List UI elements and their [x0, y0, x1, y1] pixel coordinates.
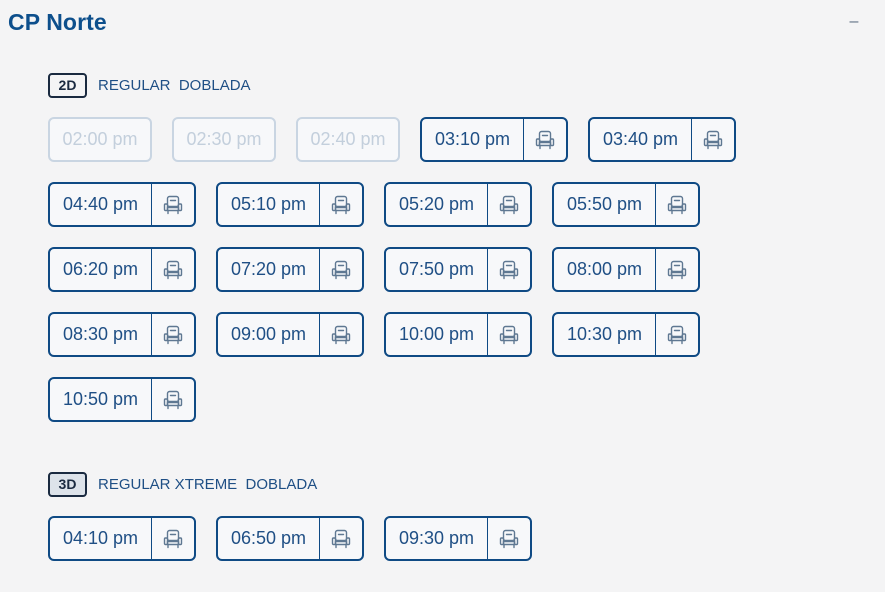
showtime-button[interactable]: 08:00 pm [552, 247, 700, 292]
showtime-button[interactable]: 07:20 pm [216, 247, 364, 292]
seat-icon [320, 249, 362, 290]
showtime-button[interactable]: 04:10 pm [48, 516, 196, 561]
showtime-label: 05:50 pm [554, 184, 656, 225]
showtimes-panel: CP Norte – 2D REGULAR DOBLADA 02:00 pm 02… [0, 0, 885, 592]
showtime-label: 02:30 pm [186, 129, 262, 149]
showtime-label: 08:00 pm [554, 249, 656, 290]
seat-icon [152, 518, 194, 559]
seat-icon [488, 184, 530, 225]
cinema-name: CP Norte [8, 9, 107, 35]
showtime-label: 07:20 pm [218, 249, 320, 290]
showtime-label: 07:50 pm [386, 249, 488, 290]
showtime-label: 06:50 pm [218, 518, 320, 559]
format-label: REGULAR DOBLADA [98, 77, 251, 94]
seat-icon [524, 119, 566, 160]
showtime-button[interactable]: 08:30 pm [48, 312, 196, 357]
format-label: REGULAR XTREME DOBLADA [98, 476, 318, 493]
showtime-button[interactable]: 10:50 pm [48, 377, 196, 422]
format-badge: 3D [48, 472, 87, 497]
seat-icon [488, 249, 530, 290]
showtime-label: 04:40 pm [50, 184, 152, 225]
showtime-label: 06:20 pm [50, 249, 152, 290]
seat-icon [152, 184, 194, 225]
showtime-button: 02:30 pm [172, 117, 276, 162]
collapse-button[interactable]: – [847, 12, 861, 32]
showtime-label: 10:50 pm [50, 379, 152, 420]
showtime-label: 05:20 pm [386, 184, 488, 225]
seat-icon [488, 314, 530, 355]
format-row-3d: 3D REGULAR XTREME DOBLADA [48, 472, 317, 497]
showtime-button[interactable]: 10:30 pm [552, 312, 700, 357]
showtime-button: 02:40 pm [296, 117, 400, 162]
showtime-button[interactable]: 03:10 pm [420, 117, 568, 162]
seat-icon [152, 314, 194, 355]
format-badge: 2D [48, 73, 87, 98]
format-row-2d: 2D REGULAR DOBLADA [48, 73, 251, 98]
showtime-label: 09:30 pm [386, 518, 488, 559]
showtime-button[interactable]: 09:00 pm [216, 312, 364, 357]
showtime-label: 10:00 pm [386, 314, 488, 355]
showtime-button[interactable]: 05:20 pm [384, 182, 532, 227]
showtime-label: 09:00 pm [218, 314, 320, 355]
seat-icon [320, 184, 362, 225]
showtime-button[interactable]: 06:20 pm [48, 247, 196, 292]
showtime-label: 02:00 pm [62, 129, 138, 149]
showtime-label: 05:10 pm [218, 184, 320, 225]
seat-icon [152, 379, 194, 420]
showtime-button[interactable]: 07:50 pm [384, 247, 532, 292]
seat-icon [692, 119, 734, 160]
showtime-label: 10:30 pm [554, 314, 656, 355]
showtime-button[interactable]: 05:50 pm [552, 182, 700, 227]
showtime-label: 03:10 pm [422, 119, 524, 160]
showtime-label: 08:30 pm [50, 314, 152, 355]
seat-icon [656, 314, 698, 355]
seat-icon [656, 184, 698, 225]
showtime-label: 04:10 pm [50, 518, 152, 559]
showtime-button[interactable]: 10:00 pm [384, 312, 532, 357]
showtime-button: 02:00 pm [48, 117, 152, 162]
seat-icon [488, 518, 530, 559]
showtime-button[interactable]: 09:30 pm [384, 516, 532, 561]
showtime-button[interactable]: 04:40 pm [48, 182, 196, 227]
showtime-button[interactable]: 05:10 pm [216, 182, 364, 227]
showtime-label: 02:40 pm [310, 129, 386, 149]
showtime-button[interactable]: 06:50 pm [216, 516, 364, 561]
seat-icon [320, 314, 362, 355]
showtime-button[interactable]: 03:40 pm [588, 117, 736, 162]
seat-icon [152, 249, 194, 290]
seat-icon [320, 518, 362, 559]
seat-icon [656, 249, 698, 290]
showtime-label: 03:40 pm [590, 119, 692, 160]
